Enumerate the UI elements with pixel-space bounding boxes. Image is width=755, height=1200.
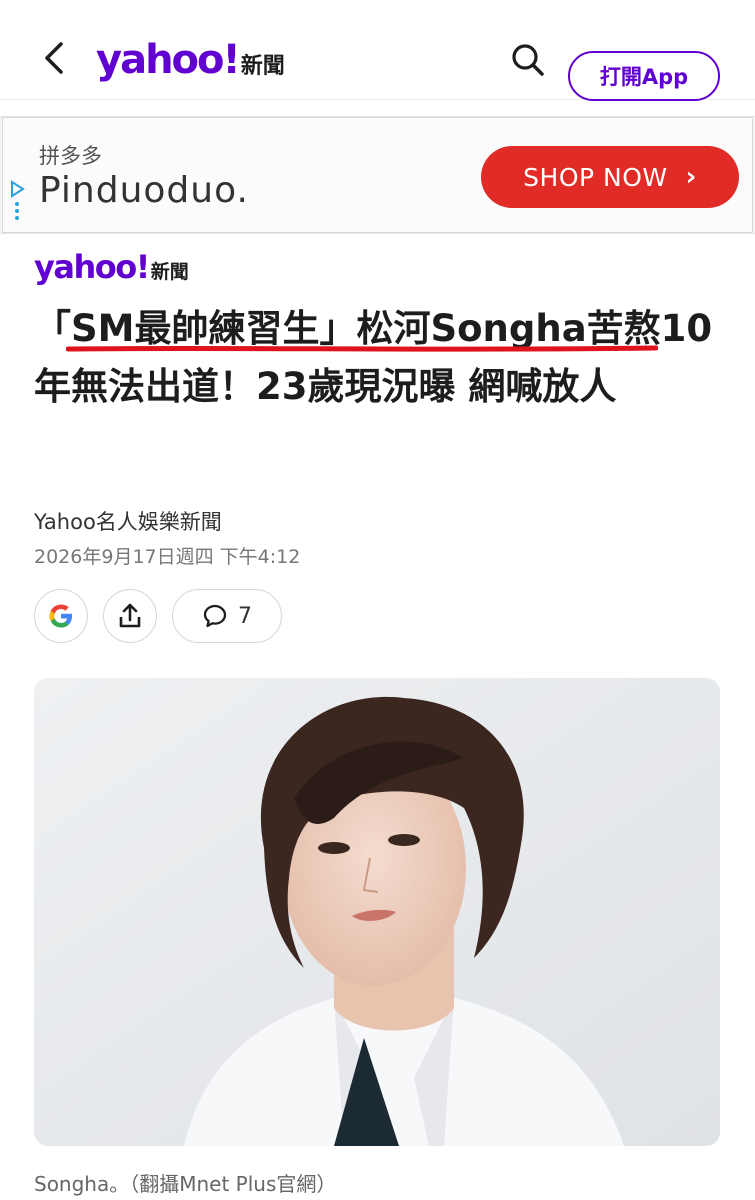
back-button[interactable] xyxy=(36,38,72,78)
source-logo-section: 新聞 xyxy=(150,261,189,283)
comment-icon xyxy=(203,604,227,628)
search-button[interactable] xyxy=(508,40,548,80)
portrait-illustration xyxy=(34,678,720,1146)
source-logo-word: yahoo! xyxy=(34,248,150,286)
google-icon xyxy=(49,604,72,628)
ad-choices-icon[interactable] xyxy=(9,180,25,220)
shop-now-label: SHOP NOW xyxy=(523,162,668,192)
comments-button[interactable]: 7 xyxy=(172,589,282,643)
logo-section: 新聞 xyxy=(240,54,285,79)
ad-brand-chinese: 拼多多 xyxy=(39,144,102,168)
article-photo[interactable] xyxy=(34,678,720,1146)
ad-brand-name: Pinduoduo. xyxy=(39,170,249,211)
article-author[interactable]: Yahoo名人娛樂新聞 xyxy=(34,506,222,536)
image-caption: Songha。（翻攝Mnet Plus官網） xyxy=(34,1172,337,1196)
yahoo-news-logo[interactable]: yahoo! 新聞 xyxy=(96,38,285,82)
red-highlight-underline xyxy=(66,345,658,352)
article-headline: 「SM最帥練習生」松河Songha苦熬10年無法出道！23歲現況曝 網喊放人 xyxy=(34,307,713,408)
share-button[interactable] xyxy=(103,589,157,643)
share-icon xyxy=(119,603,141,628)
ad-frame[interactable]: 拼多多 Pinduoduo. SHOP NOW › xyxy=(2,117,753,233)
logo-word: yahoo! xyxy=(96,37,241,83)
chevron-right-icon: › xyxy=(685,162,697,192)
article-source-logo: yahoo! 新聞 xyxy=(34,248,189,286)
shop-now-button[interactable]: SHOP NOW › xyxy=(481,146,739,208)
search-icon xyxy=(512,44,544,76)
google-button[interactable] xyxy=(34,589,88,643)
chevron-left-icon xyxy=(45,42,63,74)
comment-count: 7 xyxy=(238,603,252,629)
ad-banner[interactable]: 拼多多 Pinduoduo. SHOP NOW › xyxy=(0,116,755,234)
open-app-button[interactable]: 打開App xyxy=(568,51,720,101)
article-date: 2026年9月17日週四 下午4:12 xyxy=(34,546,301,568)
top-nav-bar: yahoo! 新聞 打開App xyxy=(0,18,755,101)
